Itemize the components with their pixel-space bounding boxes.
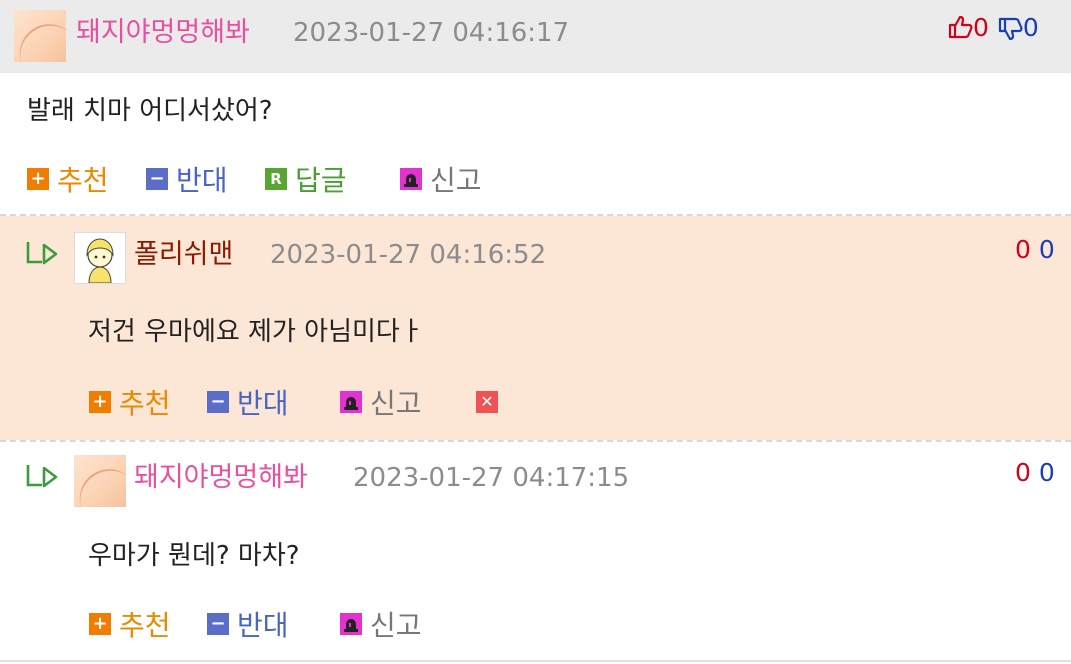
siren-icon [340, 613, 362, 635]
comment-datetime: 2023-01-27 04:17:15 [353, 463, 630, 493]
vote-counts: 0 0 [1015, 457, 1055, 489]
recommend-button[interactable]: + 추천 [89, 385, 171, 420]
recommend-button[interactable]: + 추천 [89, 607, 171, 642]
reply-arrow-icon [26, 242, 58, 265]
reply-arrow-icon [26, 465, 58, 488]
oppose-button[interactable]: − 반대 [146, 162, 228, 197]
oppose-label: 반대 [176, 164, 228, 197]
oppose-button[interactable]: − 반대 [207, 385, 289, 420]
minus-icon: − [207, 613, 229, 635]
report-button[interactable]: 신고 [340, 385, 422, 420]
comment-datetime: 2023-01-27 04:16:17 [293, 18, 570, 48]
divider [0, 440, 1071, 442]
delete-button[interactable]: ✕ [476, 385, 498, 419]
recommend-label: 추천 [119, 609, 171, 642]
report-button[interactable]: 신고 [340, 607, 422, 642]
up-count[interactable]: 0 [1015, 458, 1031, 487]
minus-icon: − [146, 168, 168, 190]
avatar[interactable] [74, 455, 126, 507]
up-count: 0 [973, 13, 989, 42]
up-count[interactable]: 0 [1015, 235, 1031, 264]
comment-text: 저건 우마에요 제가 아님미다ㅏ [88, 317, 424, 347]
nickname[interactable]: 돼지야멍멍해봐 [134, 462, 308, 494]
plus-icon: + [27, 168, 49, 190]
down-count[interactable]: 0 [1039, 458, 1055, 487]
minus-icon: − [207, 391, 229, 413]
thumbs-down-icon[interactable] [997, 16, 1023, 42]
nickname[interactable]: 폴리쉬맨 [134, 239, 233, 271]
avatar[interactable] [14, 10, 66, 62]
oppose-button[interactable]: − 반대 [207, 607, 289, 642]
reply-r-icon: R [265, 168, 287, 190]
oppose-label: 반대 [237, 387, 289, 420]
report-label: 신고 [370, 387, 422, 420]
comment-list: 돼지야멍멍해봐 2023-01-27 04:16:17 0 0 발래 치마 어디… [0, 0, 1071, 664]
plus-icon: + [89, 613, 111, 635]
recommend-label: 추천 [119, 387, 171, 420]
recommend-button[interactable]: + 추천 [27, 162, 109, 197]
thumbs-up-icon[interactable] [947, 14, 973, 40]
reply-button[interactable]: R 답글 [265, 162, 347, 197]
report-label: 신고 [430, 164, 482, 197]
plus-icon: + [89, 391, 111, 413]
comment-text: 발래 치마 어디서샀어? [27, 96, 273, 126]
nickname[interactable]: 돼지야멍멍해봐 [76, 17, 250, 49]
oppose-label: 반대 [237, 609, 289, 642]
reply-label: 답글 [295, 164, 347, 197]
report-label: 신고 [370, 609, 422, 642]
close-icon: ✕ [476, 391, 498, 413]
avatar[interactable] [74, 232, 126, 284]
siren-icon [340, 391, 362, 413]
recommend-label: 추천 [57, 164, 109, 197]
down-count[interactable]: 0 [1039, 235, 1055, 264]
comment-text: 우마가 뭔데? 마차? [88, 541, 300, 571]
comment-datetime: 2023-01-27 04:16:52 [270, 240, 547, 270]
down-count: 0 [1022, 13, 1039, 42]
divider [0, 660, 1071, 662]
vote-counts: 0 0 [947, 12, 1039, 44]
report-button[interactable]: 신고 [400, 162, 482, 197]
vote-counts: 0 0 [1015, 234, 1055, 266]
siren-icon [400, 168, 422, 190]
